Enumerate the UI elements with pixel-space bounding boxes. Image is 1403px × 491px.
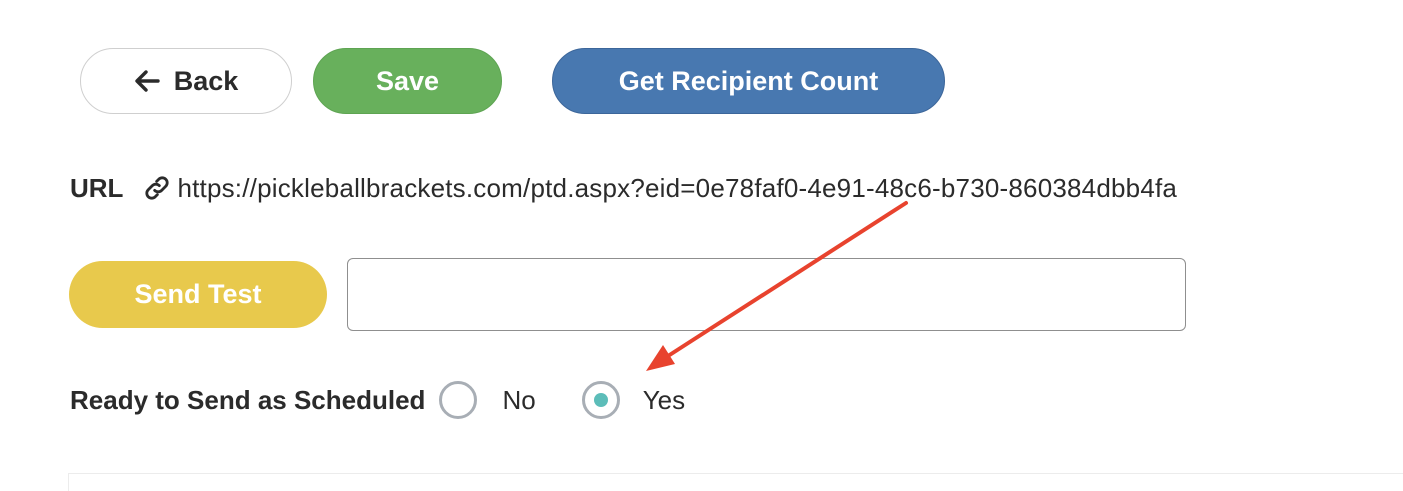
campaign-editor: Back Save Get Recipient Count URL https:… [0, 0, 1403, 491]
radio-selected-dot [593, 393, 608, 407]
url-row: URL https://pickleballbrackets.com/ptd.a… [70, 168, 1177, 208]
event-url-link[interactable]: https://pickleballbrackets.com/ptd.aspx?… [177, 173, 1177, 204]
link-icon [143, 174, 171, 202]
ready-yes-radio[interactable] [581, 381, 620, 419]
get-recipient-count-label: Get Recipient Count [618, 65, 879, 96]
get-recipient-count-button[interactable]: Get Recipient Count [552, 48, 945, 114]
arrow-left-icon [134, 70, 160, 92]
ready-to-send-label: Ready to Send as Scheduled [70, 384, 426, 415]
ready-no-label[interactable]: No [502, 385, 535, 416]
send-test-button[interactable]: Send Test [69, 261, 327, 328]
back-button[interactable]: Back [80, 48, 292, 114]
ready-no-radio[interactable] [439, 381, 478, 419]
save-button-label: Save [375, 65, 440, 96]
send-test-email-input[interactable] [347, 258, 1186, 331]
back-button-label: Back [173, 65, 239, 96]
save-button[interactable]: Save [313, 48, 502, 114]
ready-yes-label[interactable]: Yes [643, 385, 685, 416]
send-test-button-label: Send Test [134, 279, 262, 309]
url-label: URL [70, 172, 124, 203]
content-panel [68, 473, 1403, 491]
ready-to-send-row: Ready to Send as Scheduled No Yes [70, 380, 685, 420]
